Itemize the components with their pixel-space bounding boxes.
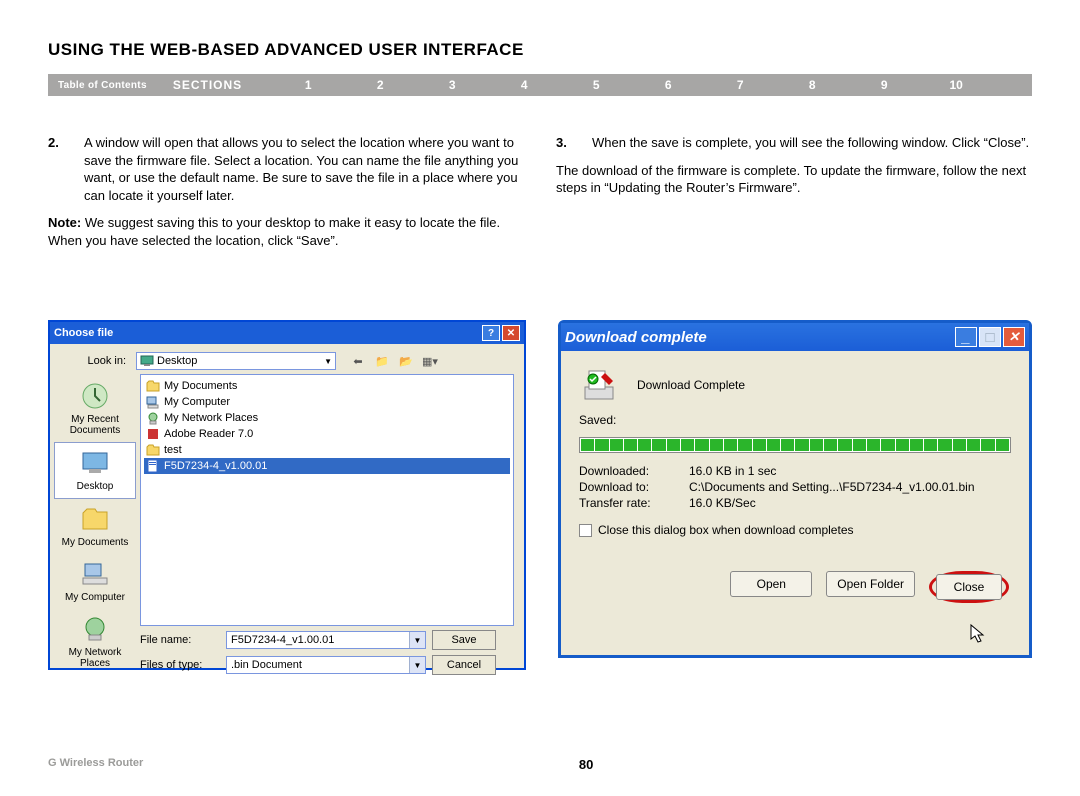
dropdown-icon[interactable]: ▼ bbox=[409, 657, 425, 673]
download-to-value: C:\Documents and Setting...\F5D7234-4_v1… bbox=[689, 480, 975, 494]
network-icon bbox=[146, 411, 160, 425]
section-7[interactable]: 7 bbox=[704, 78, 776, 92]
choose-file-titlebar[interactable]: Choose file ? ✕ bbox=[50, 322, 524, 344]
followup-text: The download of the firmware is complete… bbox=[556, 162, 1032, 197]
desktop-icon bbox=[140, 354, 154, 368]
auto-close-checkbox[interactable] bbox=[579, 524, 592, 537]
places-bar: My Recent Documents Desktop My Documents… bbox=[50, 374, 140, 626]
desktop-place-icon bbox=[79, 447, 111, 479]
file-item-firmware[interactable]: F5D7234-4_v1.00.01 bbox=[144, 458, 510, 474]
file-item-mydocs[interactable]: My Documents bbox=[144, 378, 510, 394]
close-window-button[interactable]: ✕ bbox=[502, 325, 520, 341]
section-1[interactable]: 1 bbox=[272, 78, 344, 92]
downloaded-label: Downloaded: bbox=[579, 464, 689, 478]
open-folder-button[interactable]: Open Folder bbox=[826, 571, 915, 597]
right-column: 3. When the save is complete, you will s… bbox=[556, 134, 1032, 249]
section-6[interactable]: 6 bbox=[632, 78, 704, 92]
maximize-button: □ bbox=[979, 327, 1001, 347]
file-item-adobe[interactable]: Adobe Reader 7.0 bbox=[144, 426, 510, 442]
step-3-number: 3. bbox=[556, 134, 592, 152]
step-3-text: When the save is complete, you will see … bbox=[592, 134, 1029, 152]
download-to-label: Download to: bbox=[579, 480, 689, 494]
place-desktop[interactable]: Desktop bbox=[54, 442, 136, 499]
file-item-mycomputer[interactable]: My Computer bbox=[144, 394, 510, 410]
mydocs-icon bbox=[79, 503, 111, 535]
lookin-value: Desktop bbox=[157, 355, 197, 367]
note-paragraph: Note: We suggest saving this to your des… bbox=[48, 214, 524, 249]
lookin-label: Look in: bbox=[60, 355, 126, 367]
download-complete-dialog: Download complete _ □ ✕ Download Complet… bbox=[558, 320, 1032, 658]
save-button[interactable]: Save bbox=[432, 630, 496, 650]
place-mycomputer[interactable]: My Computer bbox=[54, 554, 136, 609]
step-2-text: A window will open that allows you to se… bbox=[84, 134, 524, 204]
section-10[interactable]: 10 bbox=[920, 78, 992, 92]
downloaded-value: 16.0 KB in 1 sec bbox=[689, 464, 776, 478]
folder-icon bbox=[146, 443, 160, 457]
up-folder-icon[interactable]: 📁 bbox=[374, 353, 390, 369]
place-mydocs[interactable]: My Documents bbox=[54, 499, 136, 554]
minimize-button[interactable]: _ bbox=[955, 327, 977, 347]
page-title: USING THE WEB-BASED ADVANCED USER INTERF… bbox=[48, 40, 1080, 60]
lookin-dropdown[interactable]: Desktop ▼ bbox=[136, 352, 336, 370]
section-3[interactable]: 3 bbox=[416, 78, 488, 92]
file-list[interactable]: My Documents My Computer My Network Plac… bbox=[140, 374, 514, 626]
file-item-test[interactable]: test bbox=[144, 442, 510, 458]
section-5[interactable]: 5 bbox=[560, 78, 632, 92]
toc-link[interactable]: Table of Contents bbox=[58, 80, 147, 91]
download-complete-icon bbox=[579, 365, 619, 405]
view-menu-icon[interactable]: ▦▾ bbox=[422, 353, 438, 369]
file-name-label: File name: bbox=[140, 634, 220, 646]
new-folder-icon[interactable]: 📂 bbox=[398, 353, 414, 369]
place-recent[interactable]: My Recent Documents bbox=[54, 376, 136, 442]
download-titlebar[interactable]: Download complete _ □ ✕ bbox=[561, 323, 1029, 351]
left-column: 2. A window will open that allows you to… bbox=[48, 134, 524, 249]
rate-label: Transfer rate: bbox=[579, 496, 689, 510]
progress-bar bbox=[579, 437, 1011, 453]
network-places-icon bbox=[79, 613, 111, 645]
auto-close-label: Close this dialog box when download comp… bbox=[598, 523, 854, 537]
sections-label: SECTIONS bbox=[173, 78, 242, 92]
choose-file-title: Choose file bbox=[54, 327, 113, 339]
app-icon bbox=[146, 427, 160, 441]
back-icon[interactable]: ⬅ bbox=[350, 353, 366, 369]
file-type-dropdown[interactable]: .bin Document▼ bbox=[226, 656, 426, 674]
open-button[interactable]: Open bbox=[730, 571, 812, 597]
computer-icon bbox=[146, 395, 160, 409]
close-button-highlight: Close bbox=[929, 571, 1009, 603]
dropdown-icon[interactable]: ▼ bbox=[409, 632, 425, 648]
file-item-network[interactable]: My Network Places bbox=[144, 410, 510, 426]
saved-label: Saved: bbox=[561, 411, 1029, 433]
file-type-label: Files of type: bbox=[140, 659, 220, 671]
section-2[interactable]: 2 bbox=[344, 78, 416, 92]
section-8[interactable]: 8 bbox=[776, 78, 848, 92]
section-4[interactable]: 4 bbox=[488, 78, 560, 92]
section-9[interactable]: 9 bbox=[848, 78, 920, 92]
file-icon bbox=[146, 459, 160, 473]
recent-docs-icon bbox=[79, 380, 111, 412]
step-2-number: 2. bbox=[48, 134, 84, 204]
close-window-button[interactable]: ✕ bbox=[1003, 327, 1025, 347]
download-title: Download complete bbox=[565, 329, 707, 346]
mycomputer-icon bbox=[79, 558, 111, 590]
page-number: 80 bbox=[579, 757, 593, 772]
file-name-input[interactable]: F5D7234-4_v1.00.01▼ bbox=[226, 631, 426, 649]
rate-value: 16.0 KB/Sec bbox=[689, 496, 756, 510]
place-network[interactable]: My Network Places bbox=[54, 609, 136, 675]
dropdown-arrow-icon: ▼ bbox=[324, 357, 332, 366]
choose-file-dialog: Choose file ? ✕ Look in: Desktop ▼ ⬅ 📁 📂… bbox=[48, 320, 526, 670]
close-button[interactable]: Close bbox=[936, 574, 1002, 600]
section-nav: Table of Contents SECTIONS 1 2 3 4 5 6 7… bbox=[48, 74, 1032, 96]
help-button[interactable]: ? bbox=[482, 325, 500, 341]
footer-product: G Wireless Router bbox=[48, 757, 143, 772]
cancel-button[interactable]: Cancel bbox=[432, 655, 496, 675]
folder-icon bbox=[146, 379, 160, 393]
cursor-icon bbox=[969, 623, 987, 645]
download-status-text: Download Complete bbox=[637, 378, 745, 392]
